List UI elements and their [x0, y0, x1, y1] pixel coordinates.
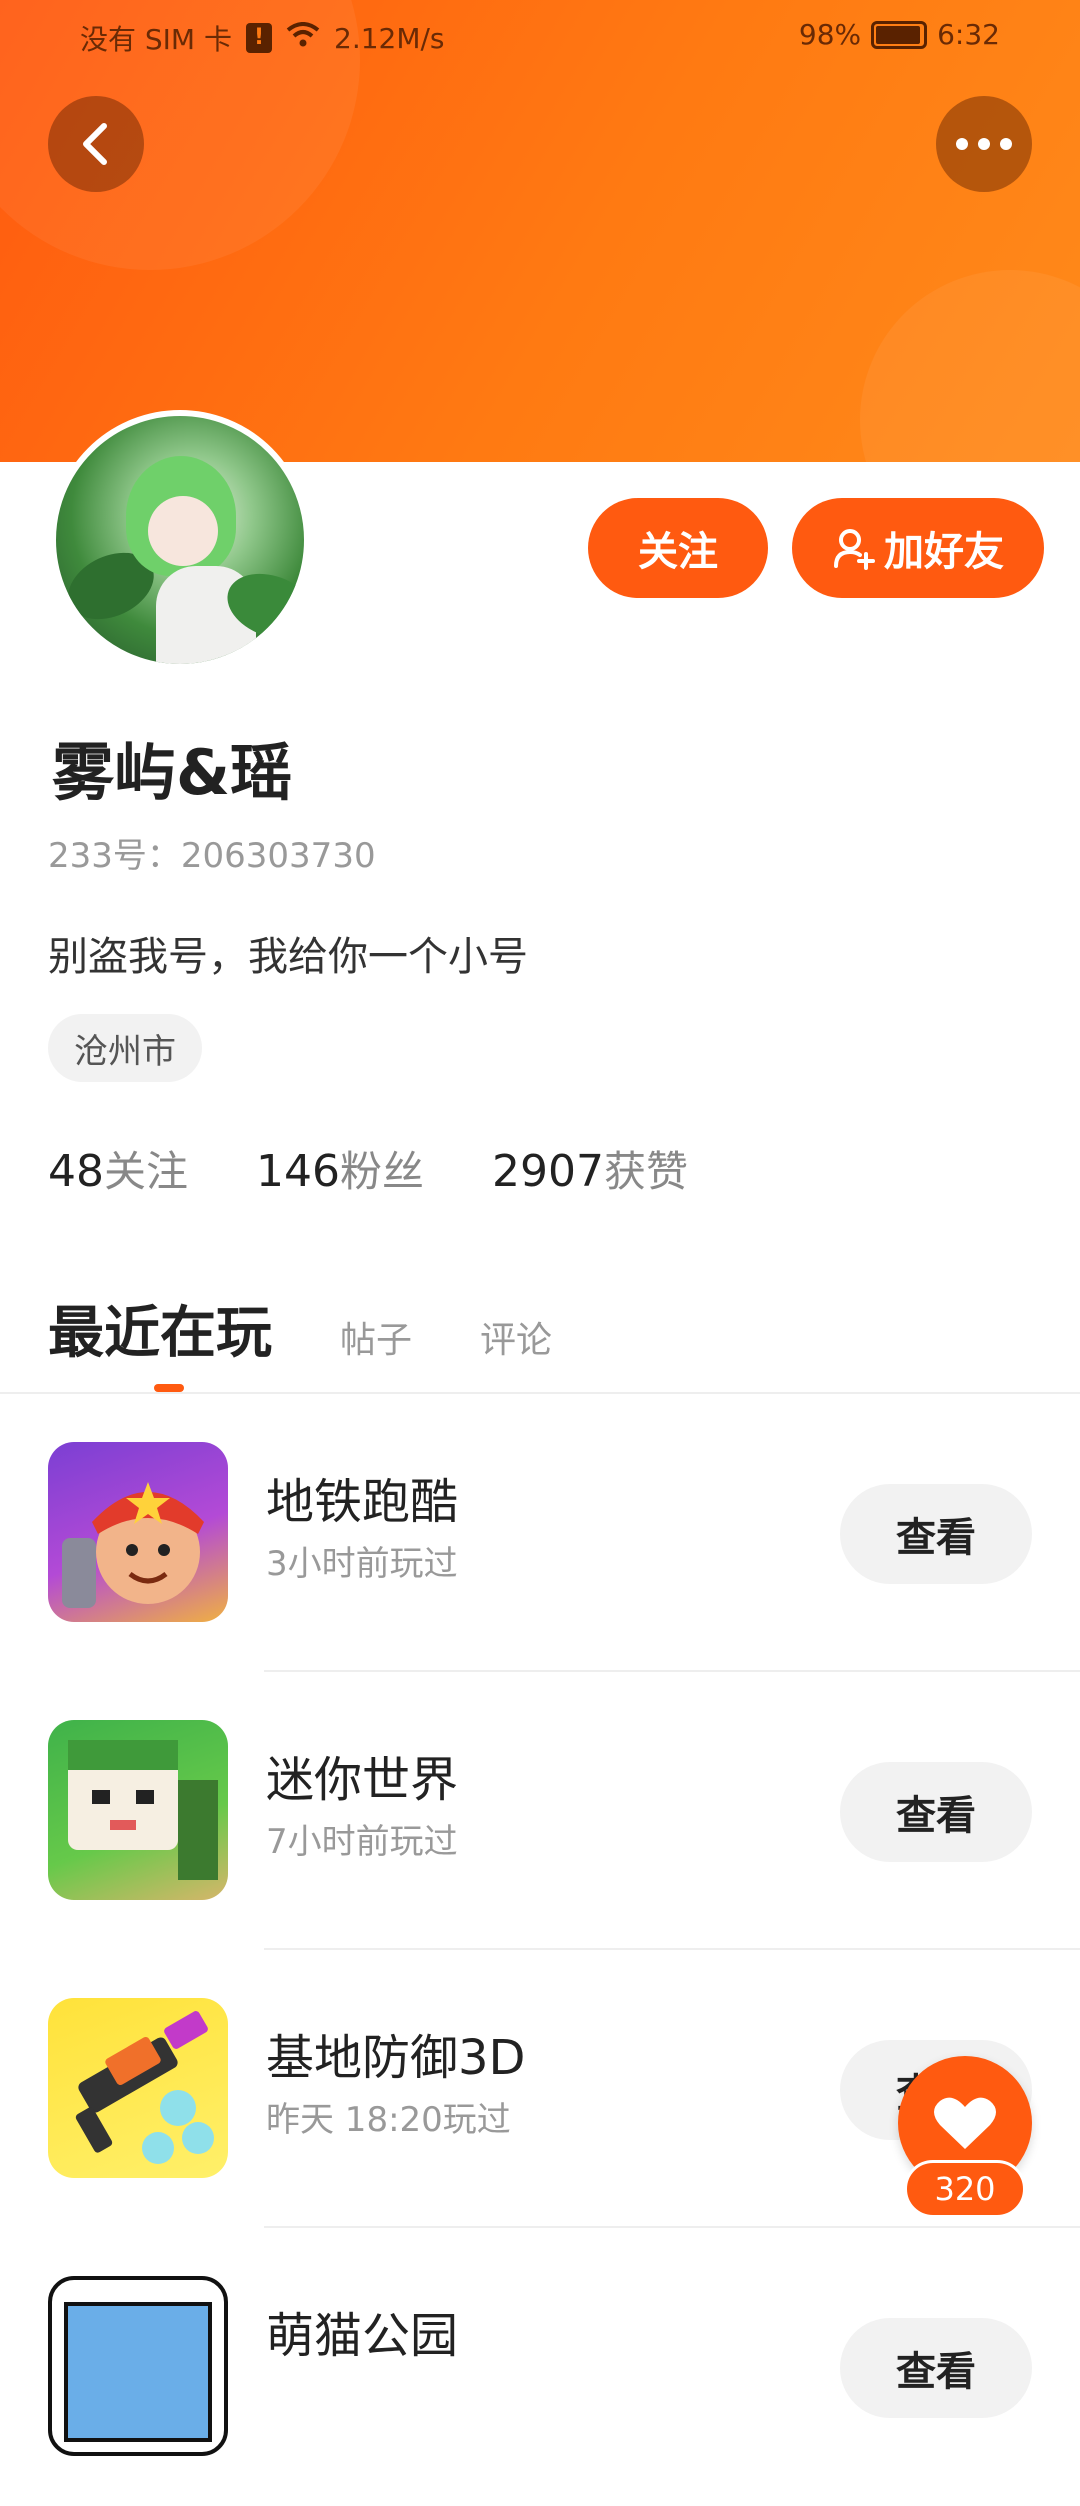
tab-recent-played[interactable]: 最近在玩	[48, 1288, 272, 1369]
stat-number: 146	[256, 1146, 340, 1197]
game-last-played: 3小时前玩过	[266, 1544, 458, 1584]
active-tab-indicator	[154, 1384, 184, 1392]
profile-header: 没有 SIM 卡 ! 2.12M/s 98% 6:32	[0, 0, 1080, 462]
chevron-left-icon	[83, 123, 107, 165]
add-friend-label: 加好友	[884, 529, 1004, 575]
battery-percent: 98%	[798, 18, 862, 51]
game-row[interactable]: 迷你世界 7小时前玩过 查看	[0, 1672, 1080, 1950]
follow-label: 关注	[638, 529, 718, 575]
cat-park-game-icon	[48, 2276, 228, 2456]
battery-icon	[871, 20, 928, 49]
stat-label: 粉丝	[340, 1147, 425, 1196]
mini-world-game-icon	[48, 1720, 228, 1900]
back-button[interactable]	[48, 96, 144, 192]
like-count: 320	[904, 2160, 1026, 2218]
tab-posts[interactable]: 帖子	[340, 1311, 412, 1363]
stat-label: 关注	[104, 1147, 189, 1196]
username: 雾屿&瑶	[52, 736, 293, 809]
game-title: 基地防御3D	[266, 2030, 526, 2086]
stat-following[interactable]: 48关注	[48, 1138, 188, 1199]
heart-icon	[934, 2097, 996, 2149]
profile-stats: 48关注 146粉丝 2907获赞	[48, 1138, 688, 1199]
stat-number: 2907	[492, 1146, 604, 1197]
location-badge: 沧州市	[48, 1014, 202, 1082]
follow-button[interactable]: 关注	[588, 498, 768, 598]
view-game-button[interactable]: 查看	[840, 2318, 1032, 2418]
stat-fans[interactable]: 146粉丝	[256, 1138, 424, 1199]
game-last-played: 7小时前玩过	[266, 1822, 458, 1862]
profile-tabs: 最近在玩 帖子 评论	[48, 1288, 552, 1369]
avatar[interactable]	[50, 410, 310, 670]
user-bio: 别盗我号，我给你一个小号	[48, 934, 528, 980]
tab-comments[interactable]: 评论	[480, 1311, 552, 1363]
add-friend-button[interactable]: 加好友	[792, 498, 1044, 598]
subway-surfers-game-icon	[48, 1442, 228, 1622]
more-button[interactable]	[936, 96, 1032, 192]
stat-likes[interactable]: 2907获赞	[492, 1138, 688, 1199]
add-user-icon	[834, 529, 875, 570]
location-text: 沧州市	[74, 1031, 176, 1072]
network-speed: 2.12M/s	[334, 21, 445, 55]
game-title: 地铁跑酷	[266, 1474, 459, 1530]
status-bar: 没有 SIM 卡 ! 2.12M/s 98% 6:32	[0, 0, 1080, 72]
header-decoration	[860, 270, 1080, 462]
stat-label: 获赞	[604, 1147, 689, 1196]
game-title: 萌猫公园	[266, 2308, 459, 2364]
view-game-button[interactable]: 查看	[840, 1484, 1032, 1584]
stat-number: 48	[48, 1146, 104, 1197]
view-game-button[interactable]: 查看	[840, 1762, 1032, 1862]
clock: 6:32	[937, 18, 1000, 51]
wifi-icon	[286, 21, 320, 55]
game-row[interactable]: 萌猫公园 查看	[0, 2228, 1080, 2506]
carrier-text: 没有 SIM 卡	[80, 23, 232, 56]
game-row[interactable]: 地铁跑酷 3小时前玩过 查看	[0, 1394, 1080, 1672]
game-last-played: 昨天 18:20玩过	[266, 2100, 511, 2140]
game-title: 迷你世界	[266, 1752, 459, 1808]
sim-warning-icon: !	[246, 23, 272, 53]
base-defense-game-icon	[48, 1998, 228, 2178]
more-horizontal-icon	[956, 138, 1012, 150]
user-id: 233号：206303730	[48, 836, 376, 876]
